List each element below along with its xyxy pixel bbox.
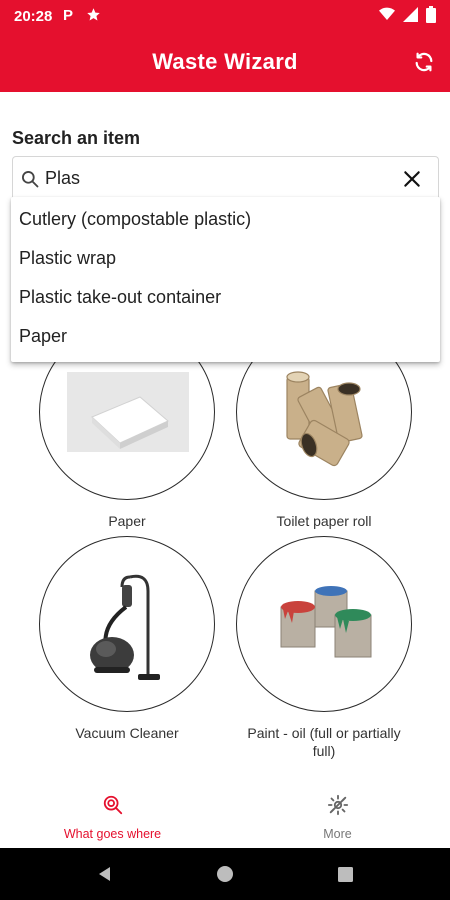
- svg-text:P: P: [63, 7, 73, 22]
- suggestion-list: Cutlery (compostable plastic) Plastic wr…: [11, 197, 440, 362]
- search-icon: [15, 157, 45, 201]
- nav-label: What goes where: [63, 826, 162, 841]
- item-label: Toilet paper roll: [276, 513, 372, 529]
- item-label: Vacuum Cleaner: [75, 725, 179, 741]
- vacuum-cleaner-icon: [90, 574, 160, 680]
- home-icon[interactable]: [165, 865, 285, 883]
- recents-icon[interactable]: [285, 866, 405, 882]
- item-label: Paper: [108, 513, 146, 529]
- system-navigation-bar: [0, 848, 450, 900]
- nav-label: More: [323, 826, 352, 841]
- suggestion-item[interactable]: Plastic wrap: [11, 239, 440, 278]
- star-icon: [86, 7, 101, 26]
- nav-more[interactable]: More: [225, 785, 450, 847]
- parking-icon: P: [62, 7, 76, 26]
- item-circle[interactable]: [236, 536, 412, 712]
- search-input[interactable]: Plas: [12, 156, 439, 200]
- bottom-navigation: What goes where More: [0, 785, 450, 847]
- item-circle[interactable]: [39, 536, 215, 712]
- search-target-icon: [102, 794, 124, 821]
- item-label: Paint - oil (full or partially full): [247, 725, 401, 759]
- status-time: 20:28: [14, 7, 53, 25]
- refresh-icon[interactable]: [410, 48, 438, 76]
- app-title: Waste Wizard: [152, 49, 298, 74]
- wifi-icon: [379, 7, 395, 25]
- battery-icon: [426, 5, 436, 27]
- nav-what-goes-where[interactable]: What goes where: [0, 785, 225, 847]
- item-card-vacuum-cleaner[interactable]: Vacuum Cleaner: [39, 536, 215, 742]
- signal-icon: [403, 6, 418, 26]
- search-label: Search an item: [12, 128, 141, 148]
- gear-icon: [327, 794, 349, 821]
- suggestion-item[interactable]: Cutlery (compostable plastic): [11, 200, 440, 239]
- close-icon[interactable]: [392, 157, 432, 201]
- back-icon[interactable]: [45, 866, 165, 882]
- app-bar: Waste Wizard: [0, 32, 450, 92]
- paint-cans-icon: [280, 586, 372, 658]
- search-input-value[interactable]: Plas: [45, 168, 392, 189]
- status-bar: 20:28 P: [0, 0, 450, 32]
- suggestion-item[interactable]: Plastic take-out container: [11, 278, 440, 317]
- item-card-paint-oil[interactable]: Paint - oil (full or partially full): [236, 536, 412, 760]
- suggestion-item[interactable]: Paper: [11, 317, 440, 356]
